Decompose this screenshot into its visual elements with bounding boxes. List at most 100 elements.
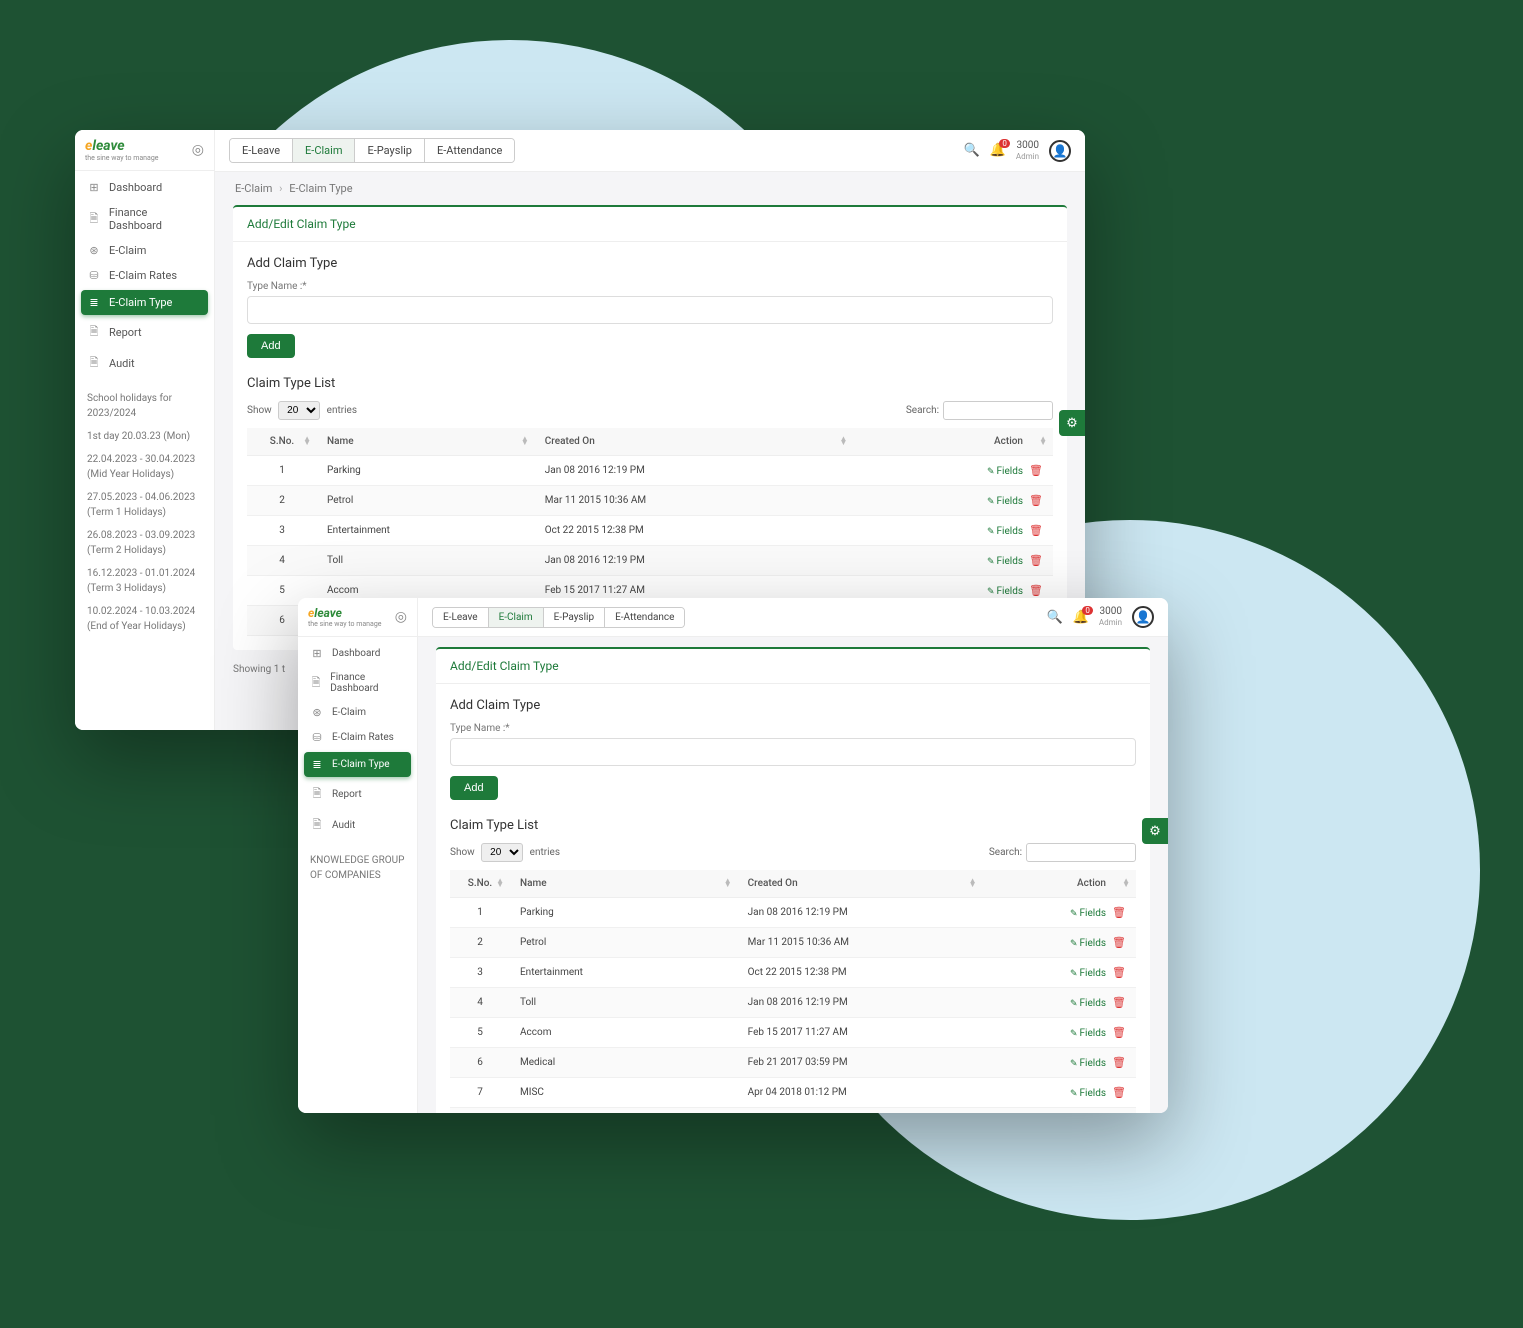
table-row: 7MISCApr 04 2018 01:12 PMFields🗑	[450, 1078, 1136, 1108]
delete-icon[interactable]: 🗑	[1112, 1026, 1126, 1039]
sidebar-item-report[interactable]: 🗎Report	[298, 779, 417, 810]
add-button[interactable]: Add	[450, 776, 498, 800]
tab-e-claim[interactable]: E-Claim	[489, 608, 544, 627]
sidebar-item-dashboard[interactable]: ⊞Dashboard	[298, 641, 417, 666]
sidebar-info: School holidays for 2023/20241st day 20.…	[75, 383, 214, 650]
cell-created: Oct 22 2015 12:38 PM	[738, 958, 983, 988]
entries-select[interactable]: 20	[481, 843, 523, 862]
sidebar-item-e-claim-type[interactable]: ≣E-Claim Type	[81, 290, 208, 315]
fields-link[interactable]: Fields	[987, 496, 1023, 507]
cell-sno: 3	[247, 516, 317, 546]
tab-e-attendance[interactable]: E-Attendance	[605, 608, 684, 627]
col-action: Action▲▼	[983, 870, 1136, 898]
settings-gear-icon[interactable]: ⚙	[1142, 818, 1168, 844]
search-input[interactable]	[1026, 843, 1136, 862]
cell-sno: 2	[247, 486, 317, 516]
type-name-input[interactable]	[247, 296, 1053, 324]
list-title: Claim Type List	[450, 818, 1136, 833]
delete-icon[interactable]: 🗑	[1029, 554, 1043, 567]
sidebar-item-dashboard[interactable]: ⊞Dashboard	[75, 175, 214, 200]
tab-e-attendance[interactable]: E-Attendance	[425, 139, 514, 162]
sidebar-item-audit[interactable]: 🗎Audit	[75, 348, 214, 379]
search-icon[interactable]: 🔍	[964, 143, 980, 158]
sidebar-collapse-icon[interactable]: ◎	[192, 142, 204, 158]
col-name[interactable]: Name▲▼	[510, 870, 738, 898]
sidebar-item-report[interactable]: 🗎Report	[75, 317, 214, 348]
add-button[interactable]: Add	[247, 334, 295, 358]
search-input[interactable]	[943, 401, 1053, 420]
sidebar-item-label: Audit	[332, 820, 355, 831]
tab-e-leave[interactable]: E-Leave	[433, 608, 489, 627]
breadcrumb-current: E-Claim Type	[289, 182, 352, 195]
delete-icon[interactable]: 🗑	[1112, 966, 1126, 979]
cell-name: Entertainment	[510, 958, 738, 988]
sidebar-item-e-claim[interactable]: ⊛E-Claim	[298, 700, 417, 725]
bell-icon[interactable]: 🔔 0	[1073, 610, 1089, 625]
sidebar-item-e-claim[interactable]: ⊛E-Claim	[75, 238, 214, 263]
avatar[interactable]: 👤	[1132, 606, 1154, 628]
delete-icon[interactable]: 🗑	[1112, 906, 1126, 919]
delete-icon[interactable]: 🗑	[1112, 936, 1126, 949]
delete-icon[interactable]: 🗑	[1029, 464, 1043, 477]
sidebar-info-text: 1st day 20.03.23 (Mon)	[87, 429, 202, 444]
col-sno[interactable]: S.No.▲▼	[450, 870, 510, 898]
entries-control: Show 20 entries	[450, 843, 560, 862]
delete-icon[interactable]: 🗑	[1112, 1056, 1126, 1069]
tab-e-leave[interactable]: E-Leave	[230, 139, 293, 162]
tab-e-claim[interactable]: E-Claim	[293, 139, 355, 162]
sidebar-item-audit[interactable]: 🗎Audit	[298, 810, 417, 841]
cell-sno: 4	[247, 546, 317, 576]
col-sno[interactable]: S.No.▲▼	[247, 428, 317, 456]
fields-link[interactable]: Fields	[1070, 1058, 1106, 1069]
fields-link[interactable]: Fields	[1070, 1088, 1106, 1099]
fields-link[interactable]: Fields	[987, 586, 1023, 597]
delete-icon[interactable]: 🗑	[1029, 494, 1043, 507]
fields-link[interactable]: Fields	[1070, 968, 1106, 979]
audit-icon: 🗎	[87, 354, 101, 373]
sidebar-item-finance-dashboard[interactable]: 🗎Finance Dashboard	[75, 200, 214, 238]
sidebar-item-finance-dashboard[interactable]: 🗎Finance Dashboard	[298, 666, 417, 700]
cell-created: Feb 21 2017 03:59 PM	[738, 1048, 983, 1078]
delete-icon[interactable]: 🗑	[1029, 584, 1043, 597]
report-icon: 🗎	[310, 785, 324, 804]
user-info: 3000 Admin	[1016, 140, 1039, 162]
fields-link[interactable]: Fields	[1070, 908, 1106, 919]
delete-icon[interactable]: 🗑	[1029, 524, 1043, 537]
cell-created: Oct 22 2015 12:38 PM	[535, 516, 854, 546]
delete-icon[interactable]: 🗑	[1112, 996, 1126, 1009]
settings-gear-icon[interactable]: ⚙	[1059, 410, 1085, 436]
entries-select[interactable]: 20	[278, 401, 320, 420]
sidebar-item-label: E-Claim	[109, 244, 146, 257]
col-created[interactable]: Created On▲▼	[535, 428, 854, 456]
sidebar-item-e-claim-rates[interactable]: ⛁E-Claim Rates	[298, 725, 417, 750]
tab-e-payslip[interactable]: E-Payslip	[355, 139, 424, 162]
notification-badge: 0	[1082, 606, 1093, 615]
avatar[interactable]: 👤	[1049, 140, 1071, 162]
e-claim-type-icon: ≣	[87, 296, 101, 309]
search-icon[interactable]: 🔍	[1047, 610, 1063, 625]
tab-e-payslip[interactable]: E-Payslip	[544, 608, 605, 627]
col-name[interactable]: Name▲▼	[317, 428, 535, 456]
delete-icon[interactable]: 🗑	[1112, 1086, 1126, 1099]
cell-name: Petrol	[510, 928, 738, 958]
fields-link[interactable]: Fields	[1070, 1028, 1106, 1039]
sidebar-item-e-claim-type[interactable]: ≣E-Claim Type	[304, 752, 411, 777]
cell-name: Petrol	[317, 486, 535, 516]
fields-link[interactable]: Fields	[1070, 938, 1106, 949]
sidebar-item-e-claim-rates[interactable]: ⛁E-Claim Rates	[75, 263, 214, 288]
sidebar-collapse-icon[interactable]: ◎	[395, 609, 407, 625]
type-name-label: Type Name :*	[450, 723, 1136, 734]
list-title: Claim Type List	[247, 376, 1053, 391]
search-label: Search:	[906, 405, 939, 416]
fields-link[interactable]: Fields	[987, 556, 1023, 567]
breadcrumb-root[interactable]: E-Claim	[235, 182, 272, 195]
cell-created: Jan 08 2016 12:19 PM	[738, 988, 983, 1018]
cell-name: Telephone	[510, 1108, 738, 1114]
fields-link[interactable]: Fields	[987, 466, 1023, 477]
bell-icon[interactable]: 🔔 0	[990, 143, 1006, 158]
fields-link[interactable]: Fields	[987, 526, 1023, 537]
type-name-input[interactable]	[450, 738, 1136, 766]
sidebar: eleave the sine way to manage ◎ ⊞Dashboa…	[298, 598, 418, 1113]
col-created[interactable]: Created On▲▼	[738, 870, 983, 898]
fields-link[interactable]: Fields	[1070, 998, 1106, 1009]
